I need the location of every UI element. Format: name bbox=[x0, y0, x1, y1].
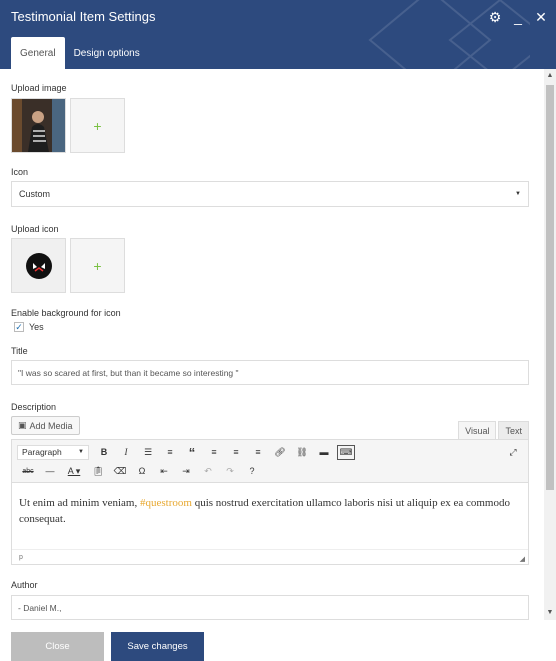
special-character-icon[interactable]: Ω bbox=[131, 462, 153, 480]
fullscreen-icon[interactable]: ⤢ bbox=[502, 443, 524, 461]
enable-background-checkbox[interactable]: ✓ bbox=[14, 322, 24, 332]
toolbar-row-1: Paragraph ▼ B I ☰ ≡ “ ≡ ≡ ≡ 🔗︎ ⛓︎ ▬ ⌨︎ bbox=[17, 443, 355, 461]
tab-text[interactable]: Text bbox=[498, 421, 529, 440]
enable-background-label: Enable background for icon bbox=[11, 308, 121, 318]
help-icon[interactable]: ? bbox=[241, 462, 263, 480]
editor-statusbar: p ◢ bbox=[12, 549, 528, 564]
plus-icon: + bbox=[93, 117, 102, 134]
indent-icon[interactable]: ⇥ bbox=[175, 462, 197, 480]
scroll-down-icon[interactable]: ▼ bbox=[544, 606, 556, 620]
content-scrollbar[interactable]: ▲ ▼ bbox=[544, 69, 556, 620]
close-button[interactable]: Close bbox=[11, 632, 104, 661]
upload-image-label: Upload image bbox=[11, 83, 67, 93]
icon-select-value: Custom bbox=[19, 189, 51, 199]
bullet-list-icon[interactable]: ☰ bbox=[137, 443, 159, 461]
icon-label: Icon bbox=[11, 167, 29, 177]
uploaded-image-thumb[interactable] bbox=[11, 98, 66, 153]
media-icon: ▣ bbox=[18, 420, 27, 430]
photo-thumbnail bbox=[12, 99, 65, 152]
save-changes-button[interactable]: Save changes bbox=[111, 632, 204, 661]
align-left-icon[interactable]: ≡ bbox=[203, 443, 225, 461]
body-text-start: Ut enim ad minim veniam, bbox=[19, 497, 140, 509]
upload-icon-label: Upload icon bbox=[11, 224, 59, 234]
mask-icon bbox=[25, 252, 52, 279]
scroll-up-icon[interactable]: ▲ bbox=[544, 69, 556, 83]
redo-icon[interactable]: ↷ bbox=[219, 462, 241, 480]
horizontal-line-icon[interactable]: — bbox=[39, 462, 61, 480]
link-icon[interactable]: 🔗︎ bbox=[269, 443, 291, 461]
header-controls: ⚙ _ ✕ bbox=[488, 9, 548, 26]
add-media-label: Add Media bbox=[29, 420, 73, 431]
modal-content: Upload image + Icon Custom ▼ Upload icon bbox=[0, 69, 544, 620]
tab-visual[interactable]: Visual bbox=[458, 421, 497, 440]
element-path: p bbox=[19, 554, 23, 561]
read-more-icon[interactable]: ▬ bbox=[313, 443, 335, 461]
yes-label: Yes bbox=[29, 322, 44, 332]
settings-modal: Testimonial Item Settings ⚙ _ ✕ General … bbox=[0, 0, 556, 661]
add-media-button[interactable]: ▣ Add Media bbox=[11, 416, 80, 435]
text-color-icon[interactable]: A ▾ bbox=[61, 462, 87, 480]
resize-handle-icon[interactable]: ◢ bbox=[520, 555, 525, 563]
title-input[interactable]: "I was so scared at first, but than it b… bbox=[11, 360, 529, 385]
blockquote-icon[interactable]: “ bbox=[181, 443, 203, 461]
close-icon[interactable]: ✕ bbox=[534, 9, 548, 25]
clear-formatting-icon[interactable]: ⌫ bbox=[109, 462, 131, 480]
align-center-icon[interactable]: ≡ bbox=[225, 443, 247, 461]
outdent-icon[interactable]: ⇤ bbox=[153, 462, 175, 480]
paste-text-icon[interactable]: 📋︎ bbox=[87, 462, 109, 480]
toolbar-toggle-icon[interactable]: ⌨︎ bbox=[337, 444, 355, 460]
description-label: Description bbox=[11, 402, 57, 412]
italic-icon[interactable]: I bbox=[115, 443, 137, 461]
paragraph-select-value: Paragraph bbox=[22, 447, 62, 457]
unlink-icon[interactable]: ⛓︎ bbox=[291, 443, 313, 461]
icon-select[interactable]: Custom ▼ bbox=[11, 181, 529, 207]
scrollbar-thumb[interactable] bbox=[546, 85, 554, 490]
tab-design-options[interactable]: Design options bbox=[65, 37, 149, 69]
dropdown-arrow-icon: ▼ bbox=[78, 449, 84, 455]
minimize-icon[interactable]: _ bbox=[511, 9, 525, 25]
numbered-list-icon[interactable]: ≡ bbox=[159, 443, 181, 461]
tab-bar: General Design options bbox=[11, 37, 149, 69]
title-label: Title bbox=[11, 346, 28, 356]
author-input[interactable]: - Daniel M., bbox=[11, 595, 529, 620]
uploaded-icon-thumb[interactable] bbox=[11, 238, 66, 293]
author-label: Author bbox=[11, 580, 38, 590]
modal-title: Testimonial Item Settings bbox=[11, 9, 156, 24]
bold-icon[interactable]: B bbox=[93, 443, 115, 461]
hashtag-link[interactable]: #questroom bbox=[140, 497, 192, 509]
modal-footer: Close Save changes bbox=[0, 620, 556, 661]
dropdown-arrow-icon: ▼ bbox=[515, 191, 521, 197]
enable-background-option: ✓ Yes bbox=[14, 322, 44, 332]
description-editor: Paragraph ▼ B I ☰ ≡ “ ≡ ≡ ≡ 🔗︎ ⛓︎ ▬ ⌨︎ ⤢… bbox=[11, 439, 529, 565]
align-right-icon[interactable]: ≡ bbox=[247, 443, 269, 461]
strikethrough-icon[interactable]: abc bbox=[17, 462, 39, 480]
editor-toolbar: Paragraph ▼ B I ☰ ≡ “ ≡ ≡ ≡ 🔗︎ ⛓︎ ▬ ⌨︎ ⤢… bbox=[12, 440, 528, 483]
toolbar-row-2: abc — A ▾ 📋︎ ⌫ Ω ⇤ ⇥ ↶ ↷ ? bbox=[17, 462, 263, 480]
add-icon-button[interactable]: + bbox=[70, 238, 125, 293]
tab-general[interactable]: General bbox=[11, 37, 65, 69]
editor-body[interactable]: Ut enim ad minim veniam, #questroom quis… bbox=[12, 483, 528, 539]
plus-icon: + bbox=[93, 257, 102, 274]
undo-icon[interactable]: ↶ bbox=[197, 462, 219, 480]
paragraph-select[interactable]: Paragraph ▼ bbox=[17, 444, 89, 460]
modal-header: Testimonial Item Settings ⚙ _ ✕ General … bbox=[0, 0, 556, 69]
gear-icon[interactable]: ⚙ bbox=[488, 9, 502, 25]
add-image-button[interactable]: + bbox=[70, 98, 125, 153]
editor-mode-tabs: Visual Text bbox=[458, 421, 529, 440]
